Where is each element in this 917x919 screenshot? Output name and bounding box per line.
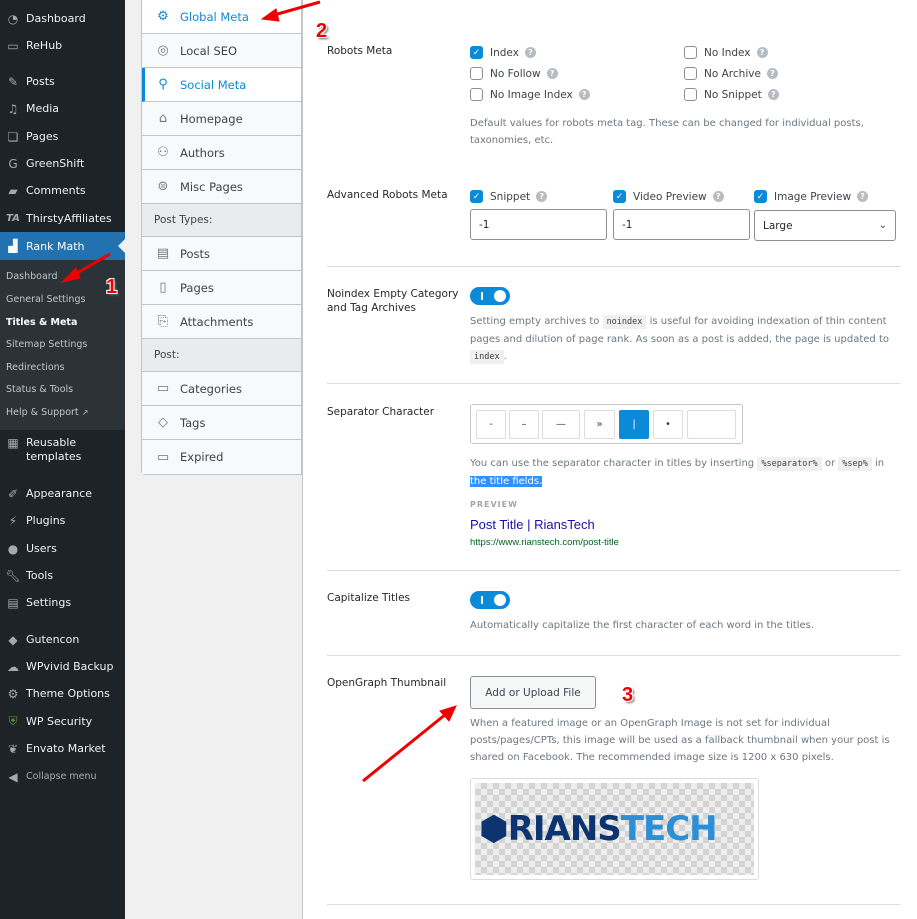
annotation-arrow-3 bbox=[362, 705, 457, 783]
annotation-arrow-1 bbox=[60, 252, 111, 283]
annotation-arrows bbox=[60, 0, 457, 783]
annotation-number-3: 3 bbox=[622, 684, 634, 706]
annotation-arrow-2 bbox=[260, 0, 321, 22]
annotation-number-2: 2 bbox=[316, 20, 328, 42]
annotation-number-1: 1 bbox=[106, 276, 118, 298]
